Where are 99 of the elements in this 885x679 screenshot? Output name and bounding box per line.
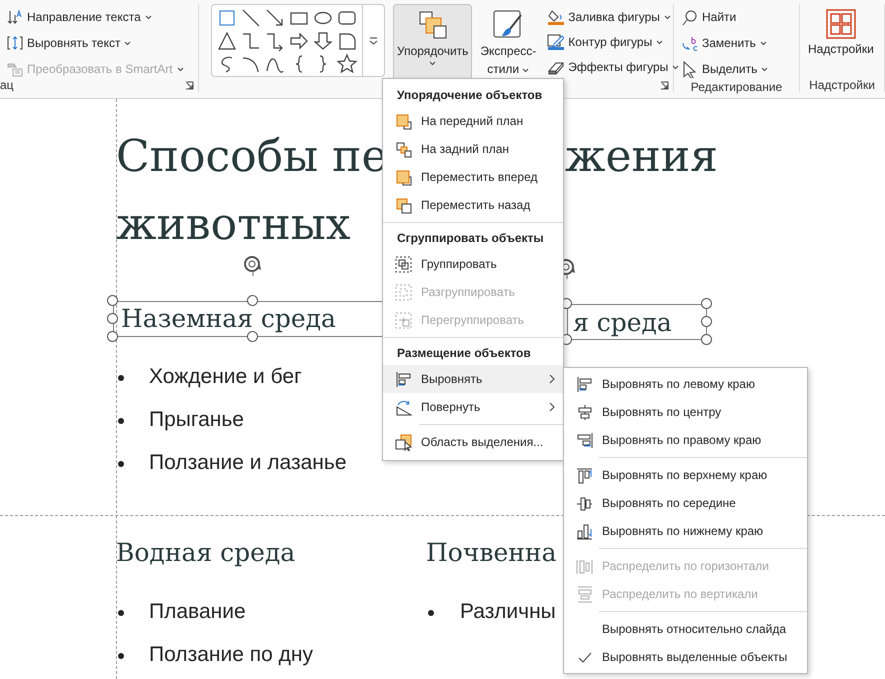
star-icon[interactable] xyxy=(336,53,358,75)
menu-item[interactable]: Повернуть xyxy=(383,393,563,421)
bring-forward-icon xyxy=(395,112,412,130)
caret-icon xyxy=(144,14,152,20)
bring-forward-icon xyxy=(395,168,412,186)
resize-handle[interactable] xyxy=(247,331,258,342)
chevron-right-icon xyxy=(549,374,555,384)
caret-icon xyxy=(429,61,436,66)
slide-title: жения xyxy=(565,131,718,183)
group-label: Надстройки xyxy=(809,78,875,92)
align-bottom-icon xyxy=(576,522,593,540)
addins-button[interactable]: Надстройки xyxy=(804,4,878,78)
down-arrow-icon[interactable] xyxy=(312,30,334,52)
caret-icon xyxy=(664,14,671,20)
menu-item[interactable]: На задний план xyxy=(383,135,563,163)
menu-item[interactable]: Выровнять по нижнему краю xyxy=(564,517,807,545)
ribbon-button[interactable]: Выровнять текст xyxy=(4,32,187,54)
section-heading: я среда xyxy=(573,311,672,335)
caret-icon xyxy=(672,64,680,70)
pencil-icon xyxy=(547,34,564,50)
menu-item[interactable]: Переместить назад xyxy=(383,191,563,219)
align-text-icon xyxy=(7,35,23,51)
bullet-icon xyxy=(118,653,124,659)
resize-handle[interactable] xyxy=(701,316,712,327)
align-left-icon xyxy=(395,370,412,388)
bullet-icon xyxy=(118,418,124,424)
align-left-icon xyxy=(576,376,593,392)
group-label: Редактирование xyxy=(690,80,782,94)
menu-item[interactable]: Выровнять по верхнему краю xyxy=(564,461,807,489)
search-icon xyxy=(681,8,698,26)
bullet-icon xyxy=(118,461,124,467)
menu-item[interactable]: Выровнять по левому краю xyxy=(564,370,807,398)
align-right-icon xyxy=(576,432,593,448)
caret-icon xyxy=(176,66,184,72)
align-top-icon xyxy=(576,466,593,484)
group-icon xyxy=(395,256,412,272)
line-icon[interactable] xyxy=(240,7,262,29)
ungroup-icon xyxy=(395,284,412,300)
bullet-text: Различны xyxy=(460,599,556,625)
menu-item[interactable]: Выровнять по правому краю xyxy=(564,426,807,454)
bullet-text: Прыганье xyxy=(149,407,244,433)
resize-handle[interactable] xyxy=(107,331,118,342)
resize-handle[interactable] xyxy=(107,313,118,324)
more-icon xyxy=(369,36,378,44)
menu-item[interactable]: Выровнять выделенные объекты xyxy=(564,643,807,671)
menu-header: Сгруппировать объекты xyxy=(396,230,545,247)
section-heading: Водная среда xyxy=(116,541,296,565)
align-middle-icon xyxy=(576,494,593,512)
caret-icon xyxy=(760,40,767,46)
bullet-icon xyxy=(118,375,124,381)
rotate-handle[interactable] xyxy=(242,254,264,276)
paint-bucket-icon xyxy=(547,8,564,26)
menu-item[interactable]: Выровнять по середине xyxy=(564,489,807,517)
dialog-launcher-icon[interactable] xyxy=(660,81,669,90)
cursor-icon xyxy=(681,60,698,78)
distribute-vertical-icon xyxy=(576,586,593,602)
bullet-text: Ползание по дну xyxy=(149,642,313,668)
menu-item[interactable]: Переместить вперед xyxy=(383,163,563,191)
caret-icon xyxy=(656,40,664,44)
bullet-text: Плавание xyxy=(149,599,246,625)
right-arrow-icon[interactable] xyxy=(288,30,310,52)
send-backward-icon xyxy=(395,140,412,158)
arrange-icon xyxy=(416,9,449,41)
selection-pane-icon xyxy=(395,434,412,450)
smartart-icon xyxy=(7,61,23,77)
resize-handle[interactable] xyxy=(107,295,118,306)
rotate-icon xyxy=(395,398,412,416)
bullet-icon xyxy=(428,610,434,616)
ribbon-button[interactable]: Направление текста xyxy=(4,6,187,28)
menu-header: Размещение объектов xyxy=(396,345,532,362)
menu-item[interactable]: Область выделения... xyxy=(383,428,563,456)
replace-icon xyxy=(681,34,698,52)
triangle-icon[interactable] xyxy=(216,30,238,52)
section-heading: Почвенна xyxy=(426,541,556,565)
menu-item[interactable]: Выровнять по центру xyxy=(564,398,807,426)
caret-icon xyxy=(124,40,132,46)
text-direction-icon xyxy=(7,9,23,25)
align-center-icon xyxy=(576,404,593,420)
caret-icon xyxy=(522,68,530,73)
slide-title: животных xyxy=(116,199,351,251)
bullet-text: Ползание и лазанье xyxy=(149,450,347,476)
distribute-horizontal-icon xyxy=(576,558,593,574)
section-heading: Наземная среда xyxy=(121,307,336,331)
send-backward-icon xyxy=(395,196,412,214)
resize-handle[interactable] xyxy=(247,295,258,306)
group-label: ац xyxy=(0,78,14,92)
chevron-right-icon xyxy=(549,402,555,412)
bullet-icon xyxy=(118,610,124,616)
resize-handle[interactable] xyxy=(701,298,712,309)
grid-icon xyxy=(826,9,856,39)
menu-item[interactable]: На передний план xyxy=(383,107,563,135)
resize-handle[interactable] xyxy=(701,334,712,345)
menu-item[interactable]: Выровнять xyxy=(383,365,563,393)
bullet-text: Хождение и бег xyxy=(149,364,302,390)
caret-icon xyxy=(761,66,768,72)
menu-item[interactable]: Группировать xyxy=(383,250,563,278)
dialog-launcher-icon[interactable] xyxy=(185,81,194,90)
regroup-icon xyxy=(395,312,412,328)
menu-item[interactable]: Выровнять относительно слайда xyxy=(564,615,807,643)
